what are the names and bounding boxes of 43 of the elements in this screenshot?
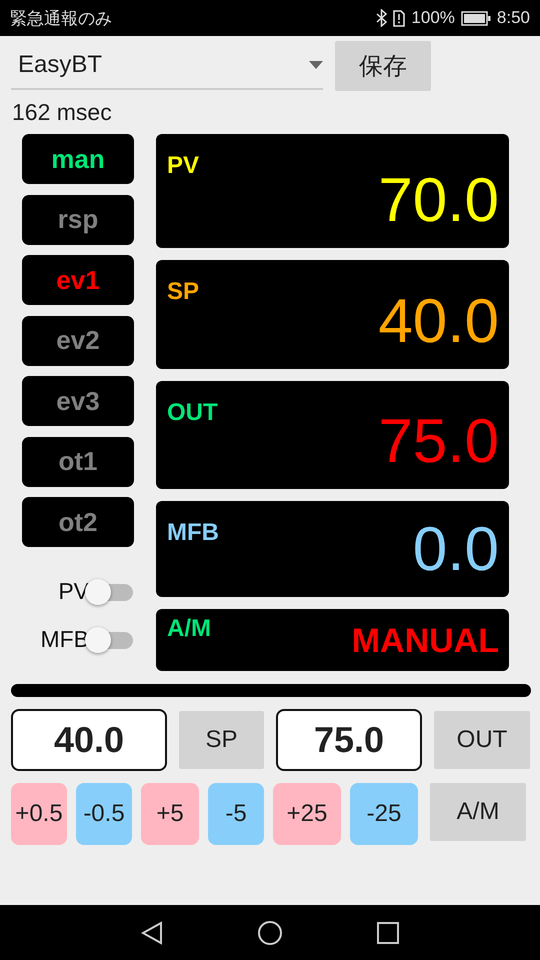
battery-percent: 100% <box>411 8 455 28</box>
step-button[interactable]: +25 <box>273 783 341 845</box>
display-label: MFB <box>167 519 219 547</box>
bluetooth-icon <box>376 9 388 27</box>
out-button[interactable]: OUT <box>434 711 530 769</box>
caret-icon <box>309 61 323 69</box>
step-button[interactable]: +0.5 <box>11 783 67 845</box>
auto-manual-button[interactable]: A/M <box>430 783 526 841</box>
display-value: MANUAL <box>352 624 499 658</box>
lamp-label: ot2 <box>58 506 98 538</box>
lamp-label: rsp <box>58 204 98 235</box>
display-label: OUT <box>167 399 218 427</box>
step-button[interactable]: -25 <box>350 783 418 845</box>
lamp-label: ot1 <box>58 446 98 477</box>
lamp-label: ev1 <box>56 264 100 296</box>
step-button[interactable]: -5 <box>208 783 264 845</box>
device-dropdown[interactable]: EasyBT <box>11 42 323 90</box>
step-button[interactable]: -0.5 <box>76 783 132 845</box>
display-value: 70.0 <box>378 170 499 232</box>
step-button[interactable]: +5 <box>141 783 199 845</box>
battery-icon <box>460 10 491 26</box>
display-label: A/M <box>167 615 211 643</box>
latency-text: 162 msec <box>12 99 113 126</box>
out-input-field[interactable]: 75.0 <box>276 709 422 771</box>
display-value: 75.0 <box>378 411 499 473</box>
display-label: SP <box>167 278 200 306</box>
switch-label: PV <box>58 578 89 605</box>
carrier-text: 緊急通報のみ <box>10 8 112 30</box>
display-value: 40.0 <box>378 291 499 353</box>
lamp-label: man <box>51 144 105 174</box>
display-label: PV <box>167 152 200 180</box>
recents-icon[interactable] <box>377 922 399 944</box>
display-value: 0.0 <box>412 519 499 581</box>
switch-label: MFB <box>40 626 89 653</box>
lamp-label: ev2 <box>56 325 100 356</box>
sim-alert-icon <box>393 10 406 26</box>
save-button[interactable]: 保存 <box>335 41 431 91</box>
clock: 8:50 <box>496 8 530 28</box>
home-icon[interactable] <box>257 920 283 946</box>
sp-button[interactable]: SP <box>179 711 264 769</box>
lamp-label: ev3 <box>56 386 100 416</box>
sp-input-field[interactable]: 40.0 <box>11 709 167 771</box>
back-icon[interactable] <box>141 920 163 944</box>
